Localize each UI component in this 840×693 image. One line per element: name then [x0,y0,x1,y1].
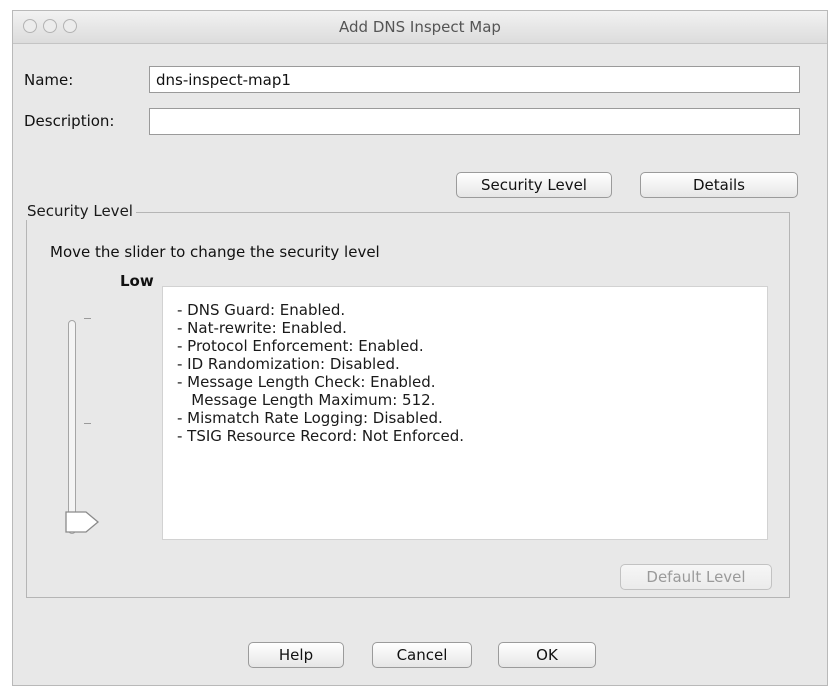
security-detail-line: - TSIG Resource Record: Not Enforced. [177,427,464,445]
description-field[interactable] [149,108,800,135]
security-detail-line: - DNS Guard: Enabled. [177,301,346,319]
cancel-button[interactable]: Cancel [372,642,472,668]
name-label: Name: [24,71,74,89]
security-detail-line: - Mismatch Rate Logging: Disabled. [177,409,443,427]
security-detail-line: - Message Length Check: Enabled. [177,373,436,391]
security-level-slider-track[interactable] [68,320,76,534]
security-detail-line: Message Length Maximum: 512. [177,391,436,409]
window-title: Add DNS Inspect Map [339,18,501,36]
title-bar: Add DNS Inspect Map [13,11,827,44]
security-details-panel: - DNS Guard: Enabled. - Nat-rewrite: Ena… [162,286,768,540]
security-level-slider-thumb[interactable] [62,508,102,536]
details-button[interactable]: Details [640,172,798,198]
description-label: Description: [24,112,115,130]
security-detail-line: - ID Randomization: Disabled. [177,355,400,373]
security-detail-line: - Protocol Enforcement: Enabled. [177,337,424,355]
slider-tick-high [84,318,91,319]
security-level-value: Low [120,272,154,290]
slider-tick-medium [84,423,91,424]
help-button[interactable]: Help [248,642,344,668]
security-detail-line: - Nat-rewrite: Enabled. [177,319,347,337]
security-level-button[interactable]: Security Level [456,172,612,198]
ok-button[interactable]: OK [498,642,596,668]
slider-instruction: Move the slider to change the security l… [50,243,380,261]
name-field[interactable] [149,66,800,93]
security-level-legend: Security Level [24,202,136,220]
default-level-button[interactable]: Default Level [620,564,772,590]
